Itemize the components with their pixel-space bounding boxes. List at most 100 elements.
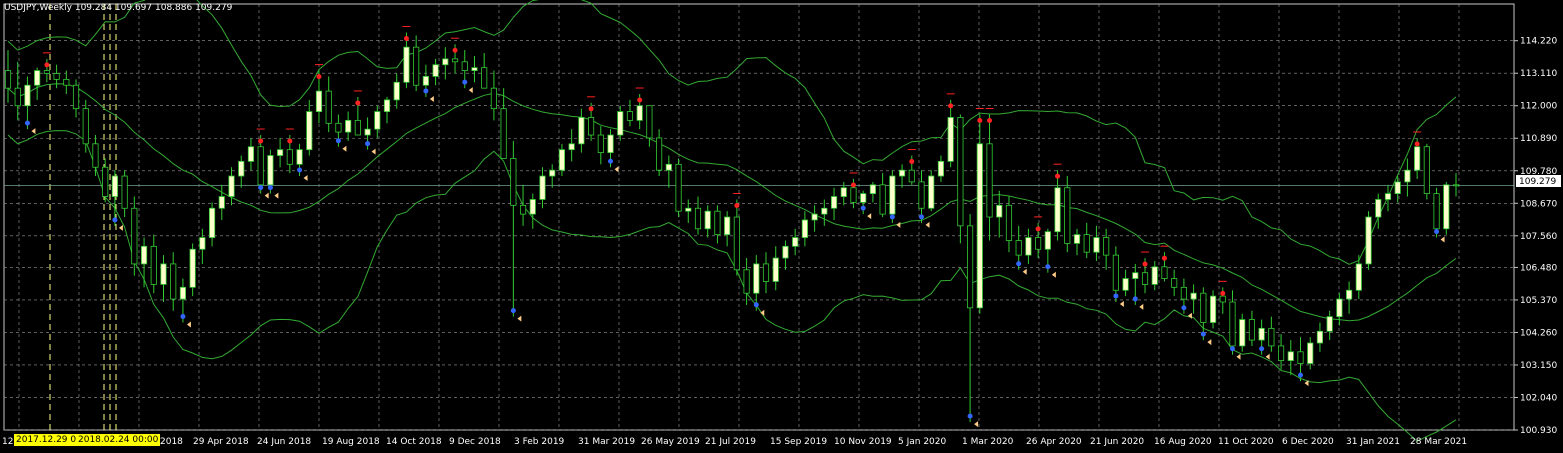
- bull-candle: [996, 204, 1003, 218]
- time-tick-label: 21 Jun 2020: [1090, 437, 1144, 447]
- buy-signal: [608, 158, 614, 164]
- bull-candle: [928, 175, 935, 209]
- envelope-bands: [7, 0, 1457, 442]
- bull-candle: [685, 207, 692, 212]
- chart-window[interactable]: 114.220 113.110 112.000 110.890 109.780 108.6…: [0, 0, 1563, 453]
- bull-candle: [1093, 237, 1100, 253]
- bear-candle: [1035, 237, 1042, 250]
- bull-candle: [1326, 316, 1333, 332]
- arrow-marker: [342, 145, 347, 152]
- bull-candle: [345, 119, 352, 133]
- buy-signal: [24, 120, 30, 126]
- buy-signal: [335, 138, 341, 144]
- bear-candle: [102, 166, 109, 197]
- bull-candle: [539, 175, 546, 200]
- arrow-marker: [186, 321, 191, 328]
- bear-candle: [694, 207, 702, 230]
- bull-candle: [403, 46, 410, 83]
- bear-candle: [1229, 301, 1236, 347]
- time-tick-label: 16 Aug 2020: [1154, 437, 1212, 447]
- bear-candle: [325, 90, 332, 124]
- bull-candle: [393, 81, 400, 101]
- arrow-marker: [303, 175, 308, 182]
- bull-candle: [549, 169, 556, 177]
- time-tick-label: 6 Dec 2020: [1282, 437, 1334, 447]
- arrow-marker: [31, 128, 36, 135]
- bull-candle: [830, 196, 838, 209]
- arrow-marker: [468, 87, 473, 94]
- bull-candle: [665, 163, 672, 171]
- buy-signal: [1259, 346, 1265, 352]
- arrow-marker: [867, 213, 872, 220]
- time-tick-label: 29 Apr 2018: [193, 437, 249, 447]
- sell-signal: [977, 118, 983, 124]
- time-tick-label: 12: [2, 437, 13, 447]
- bull-candle: [889, 175, 896, 215]
- sell-signal: [1142, 261, 1148, 267]
- time-tick-label: 10 Nov 2019: [834, 437, 892, 447]
- price-axis[interactable]: 114.220113.110112.000110.890109.780108.6…: [1513, 4, 1557, 436]
- bear-candle: [967, 225, 974, 309]
- time-tick-label: 9 Dec 2018: [449, 437, 501, 447]
- sell-signal: [1035, 226, 1041, 232]
- bear-candle: [170, 263, 177, 300]
- bull-candle: [869, 184, 876, 195]
- price-tick-label: 103.150: [1520, 361, 1557, 371]
- buy-signal: [1229, 346, 1235, 352]
- time-highlight-start: 2017.12.29 0: [14, 434, 79, 446]
- arrow-marker: [1236, 353, 1241, 360]
- bear-candle: [82, 108, 89, 145]
- time-tick-label: 19 Aug 2018: [322, 437, 380, 447]
- bull-candle: [811, 213, 818, 221]
- bull-candle: [607, 134, 614, 154]
- bear-candle: [597, 134, 604, 154]
- bear-candle: [908, 169, 915, 183]
- arrow-marker: [274, 192, 279, 199]
- plot-frame: [3, 3, 1515, 431]
- arrow-marker: [1051, 271, 1056, 278]
- bear-candle: [451, 58, 459, 63]
- arrow-marker: [1139, 303, 1144, 310]
- bull-candle: [228, 175, 235, 197]
- bull-candle: [782, 245, 789, 259]
- price-tick-label: 113.110: [1520, 69, 1557, 79]
- price-chart[interactable]: 114.220113.110112.000110.890109.780108.6…: [0, 0, 1563, 453]
- bear-candle: [957, 117, 964, 227]
- price-tick-label: 114.220: [1520, 37, 1557, 47]
- bull-candle: [422, 76, 429, 86]
- time-tick-label: 3 Feb 2019: [514, 437, 565, 447]
- sell-signal: [987, 118, 993, 124]
- buy-signal: [462, 79, 468, 85]
- candles[interactable]: [4, 32, 1460, 423]
- sell-signal: [734, 202, 740, 208]
- buy-signal: [297, 167, 303, 173]
- buy-signal: [1016, 261, 1022, 267]
- current-price-badge: 109.279: [1516, 175, 1561, 187]
- bear-candle: [1180, 286, 1187, 300]
- bear-candle: [1083, 234, 1090, 253]
- bull-candle: [315, 90, 323, 112]
- time-tick-label: 2018: [160, 437, 183, 447]
- bull-candle: [1365, 216, 1372, 265]
- buy-signal: [1434, 229, 1440, 235]
- buy-signal: [1200, 331, 1206, 337]
- time-tick-label: 26 Apr 2020: [1026, 437, 1082, 447]
- bear-candle: [1423, 146, 1430, 195]
- bull-candle: [1355, 263, 1362, 291]
- buy-signal: [112, 217, 118, 223]
- time-axis[interactable]: 12 2018 29 Apr 2018 24 Jun 2018 19 Aug 2018 1…: [2, 437, 1467, 447]
- bull-candle: [704, 210, 711, 230]
- time-tick-label: 31 Jan 2021: [1346, 437, 1400, 447]
- bull-candle: [617, 111, 624, 136]
- arrow-marker: [1207, 339, 1212, 346]
- bear-candle: [461, 61, 468, 71]
- bear-candle: [1161, 266, 1168, 279]
- bull-candle: [247, 146, 255, 162]
- buy-signal: [1113, 293, 1119, 299]
- bull-candle: [529, 199, 536, 215]
- bull-candle: [821, 207, 828, 215]
- bull-candle: [1258, 327, 1265, 341]
- bear-candle: [743, 269, 750, 294]
- bear-candle: [53, 73, 60, 80]
- ohlc-readout: 109.284 109.697 108.886 109.279: [74, 3, 233, 13]
